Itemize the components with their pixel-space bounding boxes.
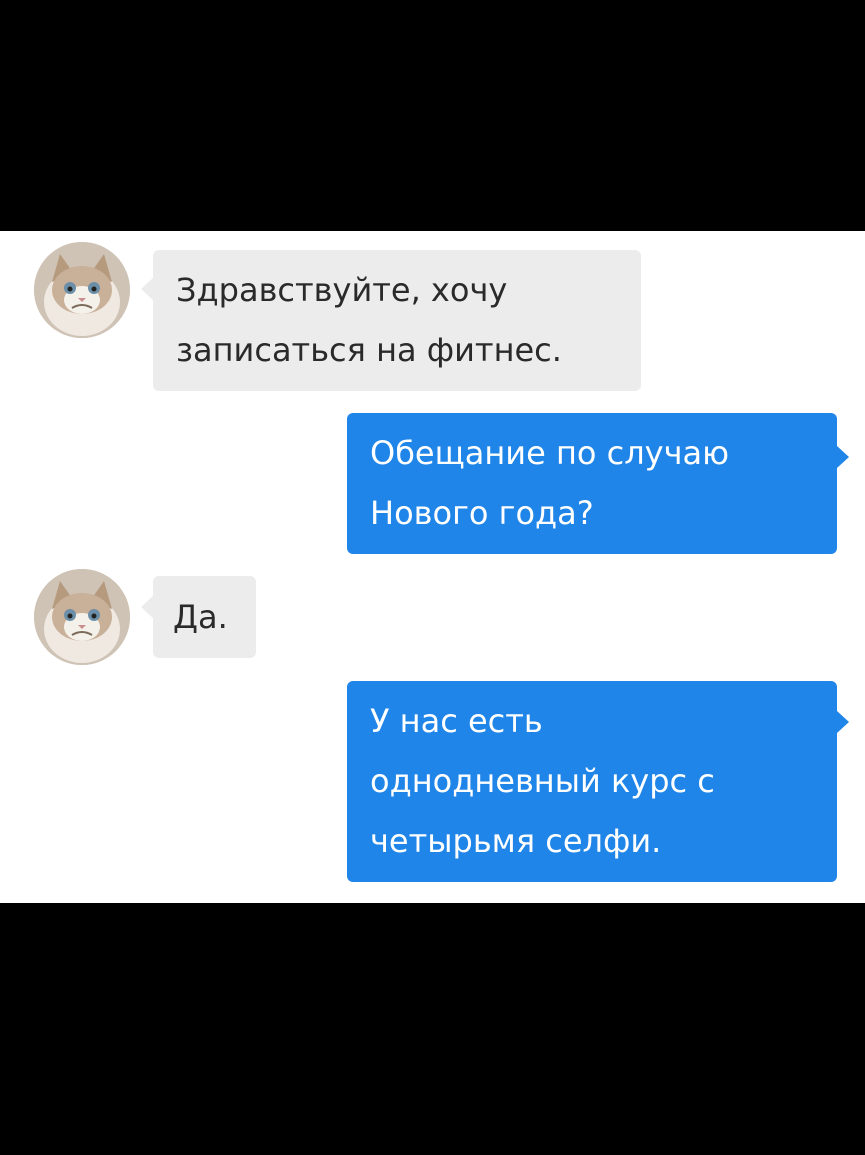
message-text-line: Да. (173, 598, 228, 636)
message-bubble-incoming[interactable]: Да. (153, 576, 256, 658)
message-bubble-outgoing[interactable]: Обещание по случаю Нового года? (347, 413, 837, 554)
message-text-line: Нового года? (370, 494, 594, 532)
contact-avatar[interactable] (34, 569, 130, 665)
message-bubble-incoming[interactable]: Здравствуйте, хочу записаться на фитнес. (153, 250, 641, 391)
grumpy-cat-avatar-icon (34, 569, 130, 665)
contact-avatar[interactable] (34, 242, 130, 338)
message-text-line: У нас есть (370, 702, 543, 740)
message-bubble-outgoing[interactable]: У нас есть однодневный курс с четырьмя с… (347, 681, 837, 882)
outgoing-bubble-tail (837, 446, 849, 468)
message-text-line: Обещание по случаю (370, 434, 730, 472)
message-text-line: однодневный курс с (370, 762, 715, 800)
incoming-bubble-tail (141, 596, 153, 618)
incoming-bubble-tail (141, 278, 153, 300)
message-text-line: четырьмя селфи. (370, 822, 662, 860)
message-text-line: записаться на фитнес. (176, 331, 562, 369)
message-text-line: Здравствуйте, хочу (176, 271, 508, 309)
chat-thread: Здравствуйте, хочу записаться на фитнес.… (0, 231, 865, 903)
outgoing-bubble-tail (837, 711, 849, 733)
grumpy-cat-avatar-icon (34, 242, 130, 338)
